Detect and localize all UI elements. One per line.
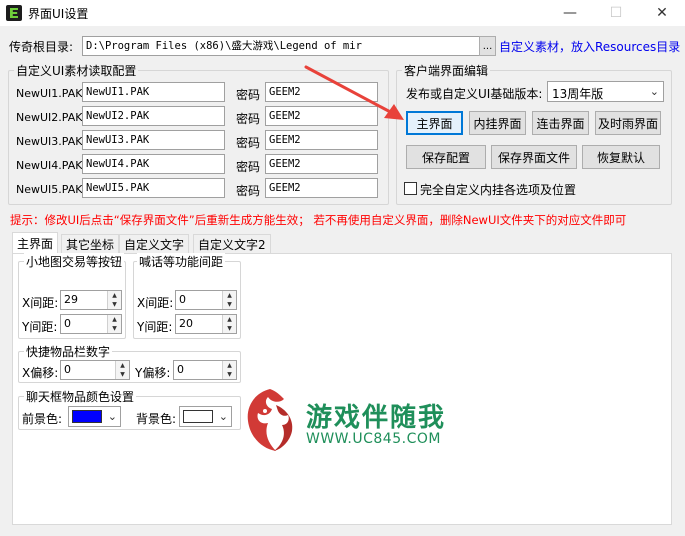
custom-plugin-checkbox[interactable]	[404, 182, 417, 195]
minimize-button[interactable]: —	[547, 0, 593, 26]
spin-down-icon[interactable]: ▼	[222, 300, 236, 309]
version-label: 发布或自定义UI基础版本:	[406, 87, 543, 101]
chat-color-group-title: 聊天框物品颜色设置	[24, 388, 137, 405]
shout-x-value: 0	[179, 293, 186, 306]
spin-up-icon[interactable]: ▲	[107, 291, 121, 300]
combo-ui-button[interactable]: 连击界面	[532, 111, 589, 135]
watermark-title: 游戏伴随我	[306, 403, 447, 433]
fg-color-select[interactable]: ⌄	[68, 406, 121, 427]
pak-label-4: NewUI4.PAK	[16, 159, 83, 172]
password-label-1: 密码	[236, 88, 261, 102]
tab-main-ui[interactable]: 主界面	[12, 232, 59, 254]
tab-custom-text[interactable]: 自定义文字	[119, 234, 190, 254]
watermark-url: WWW.UC845.COM	[306, 431, 441, 447]
version-select-value: 13周年版	[552, 87, 604, 101]
spin-up-icon[interactable]: ▲	[222, 361, 236, 370]
resources-hint-link[interactable]: 自定义素材，放入Resources目录	[499, 38, 680, 55]
pak-label-2: NewUI2.PAK	[16, 111, 83, 124]
save-ui-file-button[interactable]: 保存界面文件	[491, 145, 577, 169]
quickbar-group-title: 快捷物品栏数字	[24, 343, 113, 360]
password-label-4: 密码	[236, 160, 261, 174]
watermark: 游戏伴随我 WWW.UC845.COM	[240, 385, 480, 460]
minimap-y-value: 0	[64, 317, 71, 330]
quickbar-y-stepper[interactable]: 0 ▲ ▼	[173, 360, 237, 380]
dragon-logo-icon	[247, 389, 293, 451]
main-ui-button[interactable]: 主界面	[406, 111, 463, 135]
password-input-3[interactable]: GEEM2	[265, 130, 378, 150]
quickbar-y-label: Y偏移:	[135, 366, 171, 380]
pak-label-3: NewUI3.PAK	[16, 135, 83, 148]
arrow-annotation-icon	[304, 65, 404, 120]
tip-text: 提示：修改UI后点击“保存界面文件”后重新生成方能生效； 若不再使用自定义界面，…	[10, 213, 627, 227]
spin-down-icon[interactable]: ▼	[115, 370, 129, 379]
quickbar-x-label: X偏移:	[22, 366, 59, 380]
shout-group-title: 喊话等功能间距	[137, 253, 226, 270]
pak-file-input-3[interactable]: NewUI3.PAK	[82, 130, 225, 150]
materials-group-title: 自定义UI素材读取配置	[14, 62, 139, 79]
shout-x-stepper[interactable]: 0 ▲ ▼	[175, 290, 237, 310]
pak-file-input-4[interactable]: NewUI4.PAK	[82, 154, 225, 174]
window-title: 界面UI设置	[28, 7, 89, 21]
spin-up-icon[interactable]: ▲	[115, 361, 129, 370]
root-dir-label: 传奇根目录:	[9, 40, 74, 54]
quickbar-x-value: 0	[64, 363, 71, 376]
browse-button[interactable]: ...	[479, 36, 496, 56]
bg-color-swatch	[183, 410, 213, 423]
save-config-button[interactable]: 保存配置	[406, 145, 486, 169]
spin-down-icon[interactable]: ▼	[107, 324, 121, 333]
title-bar: 界面UI设置 — ☐ ✕	[0, 0, 685, 26]
client-edit-group-title: 客户端界面编辑	[402, 62, 491, 79]
bg-color-label: 背景色:	[136, 412, 177, 426]
minimap-x-label: X间距:	[22, 296, 59, 310]
pak-file-input-2[interactable]: NewUI2.PAK	[82, 106, 225, 126]
chevron-down-icon: ⌄	[649, 85, 659, 98]
pak-label-5: NewUI5.PAK	[16, 183, 83, 196]
restore-default-button[interactable]: 恢复默认	[582, 145, 660, 169]
spin-down-icon[interactable]: ▼	[222, 324, 236, 333]
fg-color-swatch	[72, 410, 102, 423]
pak-file-input-1[interactable]: NewUI1.PAK	[82, 82, 225, 102]
app-icon	[6, 5, 22, 21]
spin-up-icon[interactable]: ▲	[222, 315, 236, 324]
password-label-2: 密码	[236, 112, 261, 126]
custom-plugin-checkbox-label: 完全自定义内挂各选项及位置	[420, 183, 577, 197]
password-label-5: 密码	[236, 184, 261, 198]
spin-up-icon[interactable]: ▲	[107, 315, 121, 324]
shout-y-stepper[interactable]: 20 ▲ ▼	[175, 314, 237, 334]
timely-rain-ui-button[interactable]: 及时雨界面	[595, 111, 661, 135]
spin-down-icon[interactable]: ▼	[222, 370, 236, 379]
quickbar-y-value: 0	[177, 363, 184, 376]
bg-color-select[interactable]: ⌄	[179, 406, 232, 427]
close-button[interactable]: ✕	[639, 0, 685, 26]
spin-down-icon[interactable]: ▼	[107, 300, 121, 309]
spin-up-icon[interactable]: ▲	[222, 291, 236, 300]
password-input-4[interactable]: GEEM2	[265, 154, 378, 174]
shout-x-label: X间距:	[137, 296, 174, 310]
shout-y-label: Y间距:	[137, 320, 173, 334]
tab-other-coords[interactable]: 其它坐标	[61, 234, 120, 254]
password-input-5[interactable]: GEEM2	[265, 178, 378, 198]
version-select[interactable]: 13周年版 ⌄	[547, 81, 664, 102]
root-dir-field[interactable]: D:\Program Files (x86)\盛大游戏\Legend of mi…	[82, 36, 480, 56]
quickbar-x-stepper[interactable]: 0 ▲ ▼	[60, 360, 130, 380]
pak-label-1: NewUI1.PAK	[16, 87, 83, 100]
password-label-3: 密码	[236, 136, 261, 150]
minimap-y-stepper[interactable]: 0 ▲ ▼	[60, 314, 122, 334]
shout-y-value: 20	[179, 317, 193, 330]
minimap-x-value: 29	[64, 293, 78, 306]
chevron-down-icon: ⌄	[218, 410, 228, 423]
minimap-x-stepper[interactable]: 29 ▲ ▼	[60, 290, 122, 310]
plugin-ui-button[interactable]: 内挂界面	[469, 111, 526, 135]
fg-color-label: 前景色:	[22, 412, 63, 426]
minimap-y-label: Y间距:	[22, 320, 58, 334]
chevron-down-icon: ⌄	[107, 410, 117, 423]
tab-custom-text-2[interactable]: 自定义文字2	[193, 234, 271, 254]
pak-file-input-5[interactable]: NewUI5.PAK	[82, 178, 225, 198]
maximize-button: ☐	[609, 5, 623, 21]
minimap-group-title: 小地图交易等按钮	[24, 253, 125, 270]
